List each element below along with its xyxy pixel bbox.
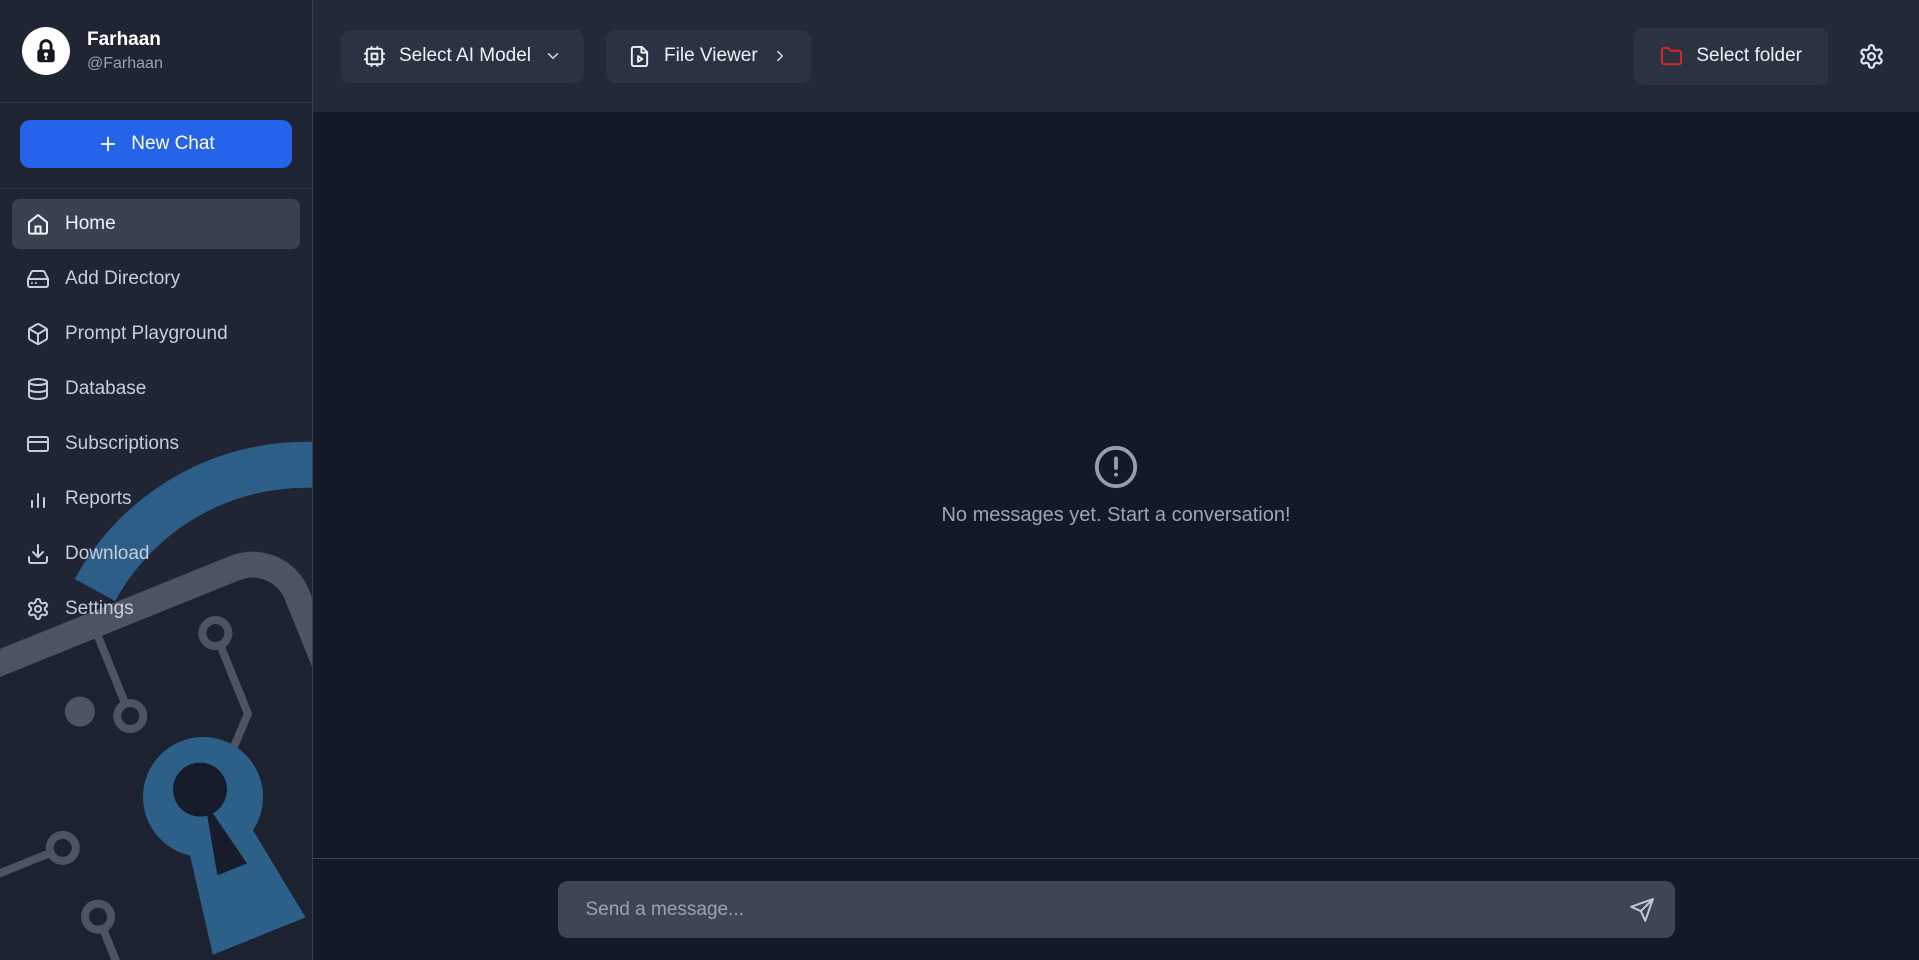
empty-state-message: No messages yet. Start a conversation! bbox=[941, 504, 1290, 527]
sidebar-item-home[interactable]: Home bbox=[12, 199, 300, 249]
user-text: Farhaan @Farhaan bbox=[87, 29, 163, 73]
select-ai-model-label: Select AI Model bbox=[399, 45, 531, 67]
select-folder-label: Select folder bbox=[1696, 45, 1802, 67]
gear-icon bbox=[26, 597, 50, 621]
sidebar-item-label: Home bbox=[65, 213, 116, 235]
sidebar-item-label: Database bbox=[65, 378, 146, 400]
send-icon bbox=[1629, 897, 1655, 923]
sidebar-item-add-directory[interactable]: Add Directory bbox=[12, 254, 300, 304]
gear-icon bbox=[1858, 43, 1885, 70]
sidebar-item-subscriptions[interactable]: Subscriptions bbox=[12, 419, 300, 469]
sidebar-item-prompt-playground[interactable]: Prompt Playground bbox=[12, 309, 300, 359]
sidebar-item-download[interactable]: Download bbox=[12, 529, 300, 579]
plus-icon bbox=[97, 133, 119, 155]
keyhole-shape bbox=[125, 719, 313, 959]
message-input-container bbox=[558, 881, 1675, 938]
sidebar: Farhaan @Farhaan New Chat Home bbox=[0, 0, 313, 960]
credit-card-icon bbox=[26, 432, 50, 456]
app-window: Farhaan @Farhaan New Chat Home bbox=[0, 0, 1919, 960]
sidebar-item-label: Reports bbox=[65, 488, 132, 510]
alert-circle-icon bbox=[1093, 444, 1139, 490]
sidebar-item-settings[interactable]: Settings bbox=[12, 584, 300, 634]
new-chat-button[interactable]: New Chat bbox=[20, 120, 292, 168]
avatar bbox=[22, 27, 70, 75]
settings-gear-button[interactable] bbox=[1852, 37, 1891, 76]
sidebar-item-label: Download bbox=[65, 543, 150, 565]
user-handle: @Farhaan bbox=[87, 55, 163, 73]
user-profile: Farhaan @Farhaan bbox=[0, 0, 312, 103]
cpu-icon bbox=[363, 45, 386, 68]
database-icon bbox=[26, 377, 50, 401]
sidebar-item-database[interactable]: Database bbox=[12, 364, 300, 414]
file-play-icon bbox=[628, 45, 651, 68]
hard-drive-icon bbox=[26, 267, 50, 291]
new-chat-section: New Chat bbox=[0, 103, 312, 189]
sidebar-nav: Home Add Directory Prompt Playground bbox=[0, 189, 312, 644]
home-icon bbox=[26, 212, 50, 236]
sidebar-item-label: Add Directory bbox=[65, 268, 180, 290]
sidebar-item-label: Prompt Playground bbox=[65, 323, 228, 345]
file-viewer-label: File Viewer bbox=[664, 45, 758, 67]
bar-chart-icon bbox=[26, 487, 50, 511]
chevron-down-icon bbox=[544, 47, 562, 65]
composer bbox=[313, 859, 1919, 960]
file-viewer-button[interactable]: File Viewer bbox=[606, 30, 811, 83]
sidebar-item-reports[interactable]: Reports bbox=[12, 474, 300, 524]
cube-icon bbox=[26, 322, 50, 346]
empty-state: No messages yet. Start a conversation! bbox=[941, 444, 1290, 527]
folder-icon bbox=[1660, 45, 1683, 68]
sidebar-item-label: Subscriptions bbox=[65, 433, 179, 455]
message-input[interactable] bbox=[584, 898, 1621, 922]
chat-area: No messages yet. Start a conversation! bbox=[313, 112, 1919, 859]
topbar: Select AI Model File Viewer Select folde… bbox=[313, 0, 1919, 112]
send-button[interactable] bbox=[1621, 889, 1663, 931]
main-area: Select AI Model File Viewer Select folde… bbox=[313, 0, 1919, 960]
user-name: Farhaan bbox=[87, 29, 163, 52]
chevron-right-icon bbox=[771, 47, 789, 65]
sidebar-item-label: Settings bbox=[65, 598, 134, 620]
select-ai-model-button[interactable]: Select AI Model bbox=[341, 30, 584, 83]
new-chat-label: New Chat bbox=[131, 133, 214, 155]
select-folder-button[interactable]: Select folder bbox=[1634, 28, 1828, 85]
lock-circuit-icon bbox=[30, 35, 62, 67]
download-icon bbox=[26, 542, 50, 566]
